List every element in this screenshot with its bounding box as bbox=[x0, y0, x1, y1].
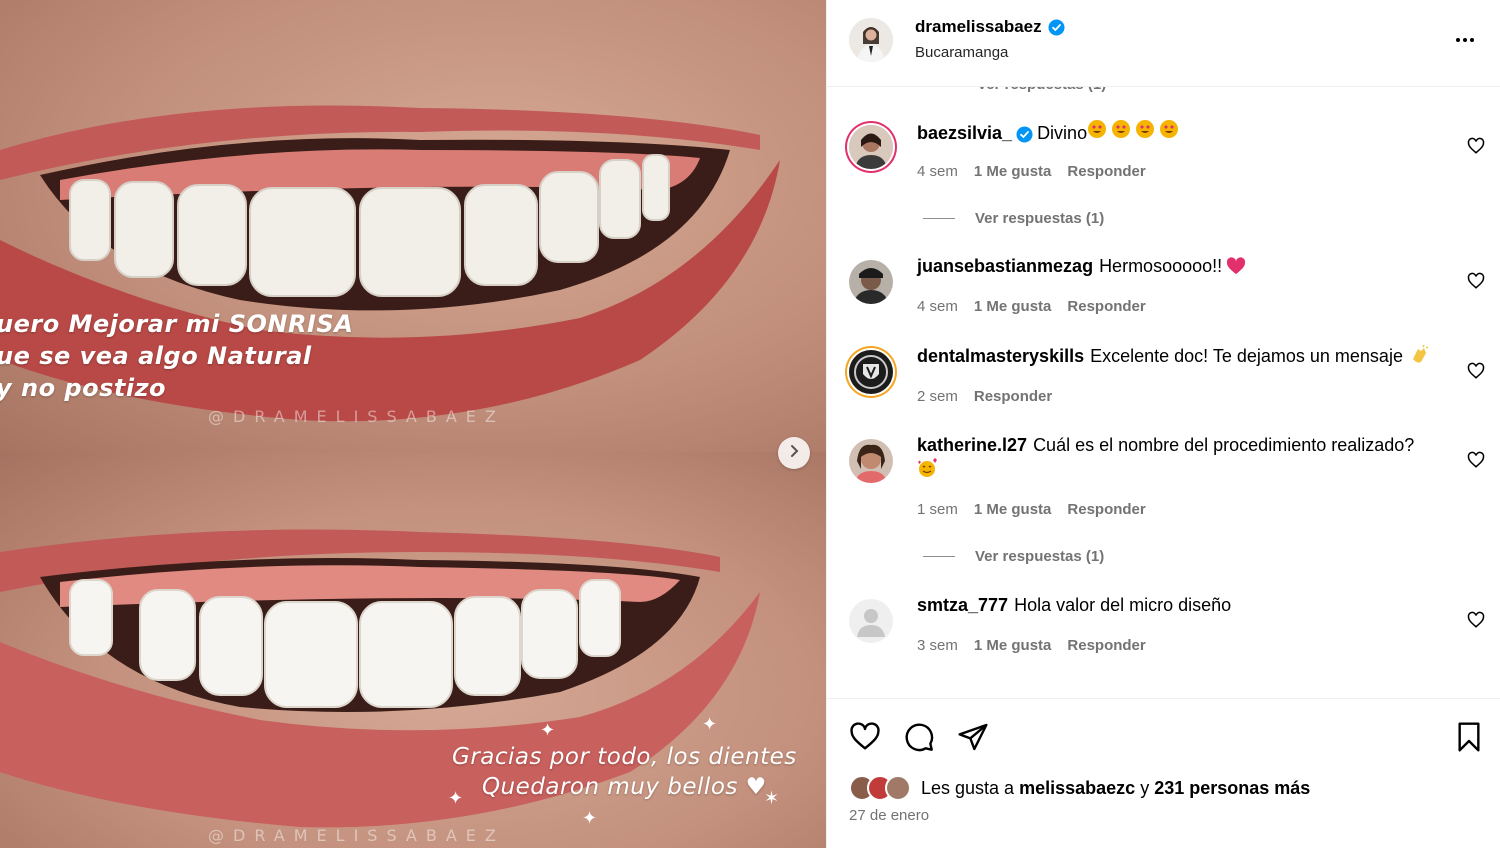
comment-text: smtza_777 Hola valor del micro diseño bbox=[917, 593, 1447, 617]
heart-icon bbox=[1467, 451, 1485, 473]
comment-time[interactable]: 4 sem bbox=[917, 163, 958, 180]
pink-heart-emoji-icon bbox=[1226, 257, 1246, 281]
comment-text: katherine.l27 Cuál es el nombre del proce… bbox=[917, 433, 1447, 484]
comment-avatar[interactable] bbox=[849, 260, 893, 304]
comment-button[interactable] bbox=[903, 721, 935, 753]
comment-meta: 2 sem Responder bbox=[917, 388, 1052, 405]
sparkle-decoration: ✦ bbox=[702, 714, 718, 734]
comment-avatar[interactable] bbox=[849, 125, 893, 169]
comment-like-button[interactable] bbox=[1467, 272, 1485, 290]
liker-avatar bbox=[885, 775, 911, 801]
owner-username[interactable]: dramelissabaez bbox=[915, 17, 1065, 37]
heart-icon bbox=[1467, 272, 1485, 294]
comment-icon bbox=[903, 723, 935, 757]
comment-like-button[interactable] bbox=[1467, 451, 1485, 469]
next-image-button[interactable] bbox=[778, 437, 810, 469]
view-replies-label[interactable]: Ver respuestas (1) bbox=[975, 210, 1104, 227]
reply-button[interactable]: Responder bbox=[974, 388, 1052, 405]
verified-badge-icon bbox=[1048, 19, 1065, 36]
watermark-bottom: @DRAMELISSABAEZ bbox=[208, 826, 505, 845]
clapping-hands-emoji-icon bbox=[1409, 344, 1429, 371]
more-options-icon bbox=[1453, 38, 1477, 56]
comment-like-button[interactable] bbox=[1467, 137, 1485, 155]
view-replies-button[interactable]: Ver respuestas (1) bbox=[923, 210, 1104, 227]
comment-text: baezsilvia_ Divino bbox=[917, 119, 1447, 145]
heart-icon bbox=[1467, 611, 1485, 633]
comment-time[interactable]: 3 sem bbox=[917, 637, 958, 654]
likes-text[interactable]: Les gusta a melissabaezc y 231 personas … bbox=[921, 778, 1310, 799]
comment-username[interactable]: katherine.l27 bbox=[917, 435, 1027, 455]
reply-button[interactable]: Responder bbox=[1067, 298, 1145, 315]
comment-time[interactable]: 1 sem bbox=[917, 501, 958, 518]
share-button[interactable] bbox=[957, 721, 989, 753]
comment-time[interactable]: 4 sem bbox=[917, 298, 958, 315]
comment-avatar[interactable] bbox=[849, 350, 893, 394]
liker-username[interactable]: melissabaezc bbox=[1019, 778, 1135, 798]
after-caption: Gracias por todo, los dientes Quedaron m… bbox=[452, 744, 797, 800]
heart-icon bbox=[1467, 362, 1485, 384]
more-options-button[interactable] bbox=[1453, 28, 1477, 52]
heart-eyes-emoji-icon bbox=[1087, 120, 1179, 143]
comment-meta: 4 sem 1 Me gusta Responder bbox=[917, 163, 1146, 180]
comment-likes[interactable]: 1 Me gusta bbox=[974, 501, 1052, 518]
comment-likes[interactable]: 1 Me gusta bbox=[974, 637, 1052, 654]
comment-avatar[interactable] bbox=[849, 439, 893, 483]
comment-likes[interactable]: 1 Me gusta bbox=[974, 163, 1052, 180]
before-photo: uero Mejorar mi SONRISA ue se vea algo N… bbox=[0, 0, 826, 452]
comment-username[interactable]: smtza_777 bbox=[917, 595, 1008, 615]
reply-button[interactable]: Responder bbox=[1067, 637, 1145, 654]
watermark-top: @DRAMELISSABAEZ bbox=[208, 407, 505, 426]
heart-icon bbox=[849, 722, 881, 757]
comment-text: juansebastianmezag Hermosooooo!! bbox=[917, 254, 1447, 281]
sparkle-decoration: ✦ bbox=[582, 808, 598, 828]
likes-count[interactable]: 231 personas más bbox=[1154, 778, 1310, 798]
post-actions-bar: Les gusta a melissabaezc y 231 personas … bbox=[827, 698, 1500, 848]
comment-message: Cuál es el nombre del procedimiento real… bbox=[1033, 435, 1415, 455]
post-media: uero Mejorar mi SONRISA ue se vea algo N… bbox=[0, 0, 826, 848]
comment-time[interactable]: 2 sem bbox=[917, 388, 958, 405]
before-caption: uero Mejorar mi SONRISA ue se vea algo N… bbox=[0, 310, 354, 402]
post-location[interactable]: Bucaramanga bbox=[915, 44, 1008, 61]
send-icon bbox=[957, 723, 989, 757]
comment-username[interactable]: juansebastianmezag bbox=[917, 256, 1093, 276]
comment-text: dentalmasteryskills Excelente doc! Te dej… bbox=[917, 344, 1447, 371]
comment-like-button[interactable] bbox=[1467, 362, 1485, 380]
save-button[interactable] bbox=[1453, 721, 1485, 753]
heart-icon bbox=[1467, 137, 1485, 159]
reply-button[interactable]: Responder bbox=[1067, 501, 1145, 518]
like-button[interactable] bbox=[849, 721, 881, 753]
likes-prefix: Les gusta a bbox=[921, 777, 1015, 798]
replies-divider bbox=[923, 556, 955, 557]
comment-like-button[interactable] bbox=[1467, 611, 1485, 629]
comment-avatar[interactable] bbox=[849, 599, 893, 643]
owner-avatar[interactable] bbox=[849, 18, 893, 62]
post-header: dramelissabaez Bucaramanga bbox=[827, 0, 1500, 87]
reply-button[interactable]: Responder bbox=[1067, 163, 1145, 180]
comment-username[interactable]: dentalmasteryskills bbox=[917, 346, 1084, 366]
verified-badge-icon bbox=[1016, 125, 1033, 142]
comment-meta: 3 sem 1 Me gusta Responder bbox=[917, 637, 1146, 654]
post-date[interactable]: 27 de enero bbox=[849, 807, 929, 824]
sparkle-decoration: ✦ bbox=[540, 720, 556, 740]
comment-message: Hola valor del micro diseño bbox=[1014, 595, 1232, 615]
comment-username[interactable]: baezsilvia_ bbox=[917, 121, 1012, 145]
chevron-right-icon bbox=[787, 444, 801, 463]
owner-username-text[interactable]: dramelissabaez bbox=[915, 17, 1042, 37]
bookmark-icon bbox=[1453, 722, 1485, 757]
post-side-panel: dramelissabaez Bucaramanga Ver respuesta… bbox=[826, 0, 1500, 848]
comment-message: Excelente doc! Te dejamos un mensaje bbox=[1090, 346, 1403, 366]
likes-connector: y bbox=[1140, 777, 1150, 798]
smiling-hearts-emoji-icon bbox=[917, 458, 939, 484]
replies-divider bbox=[923, 218, 955, 219]
view-replies-label[interactable]: Ver respuestas (1) bbox=[975, 548, 1104, 565]
likes-summary[interactable]: Les gusta a melissabaezc y 231 personas … bbox=[849, 775, 1310, 801]
view-replies-button[interactable]: Ver respuestas (1) bbox=[923, 548, 1104, 565]
comment-meta: 4 sem 1 Me gusta Responder bbox=[917, 298, 1146, 315]
comment-message: Divino bbox=[1037, 123, 1088, 143]
comment-meta: 1 sem 1 Me gusta Responder bbox=[917, 501, 1146, 518]
comment-likes[interactable]: 1 Me gusta bbox=[974, 298, 1052, 315]
comment-message: Hermosooooo!! bbox=[1099, 256, 1223, 276]
